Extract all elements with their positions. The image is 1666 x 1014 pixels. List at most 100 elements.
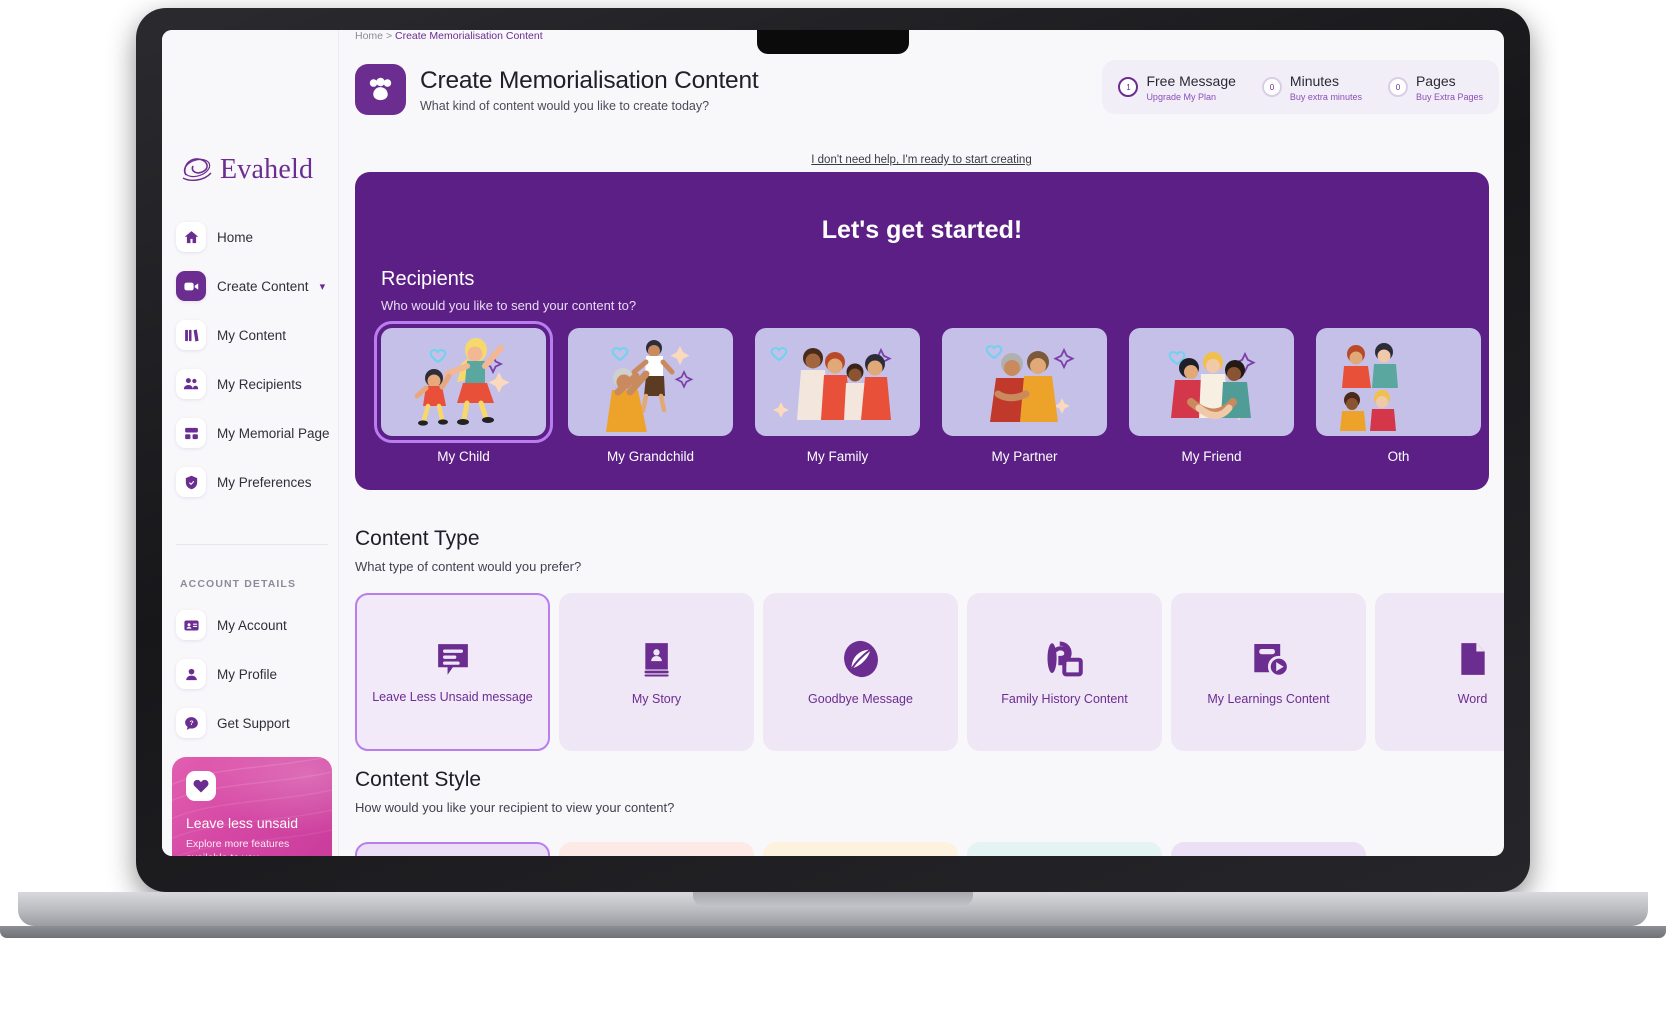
content-type-label: My Story xyxy=(631,692,682,706)
recipient-label: My Family xyxy=(806,449,869,464)
primary-nav: Home Create Content ▾ My Content My Reci… xyxy=(176,220,336,514)
sidebar-item-my-content[interactable]: My Content xyxy=(176,318,336,352)
content-type-card-my-learnings[interactable]: My Learnings Content xyxy=(1171,593,1366,751)
book-play-icon xyxy=(1248,635,1290,683)
recipient-label: My Partner xyxy=(991,449,1058,464)
shield-check-icon xyxy=(176,467,206,497)
promo-card[interactable]: Leave less unsaid Explore more features … xyxy=(172,757,332,856)
people-group-icon xyxy=(355,64,406,115)
content-type-heading: Content Type xyxy=(355,527,480,550)
sidebar-label: My Recipients xyxy=(217,376,302,392)
sidebar-item-my-recipients[interactable]: My Recipients xyxy=(176,367,336,401)
promo-title: Leave less unsaid xyxy=(186,815,299,831)
content-type-label: My Learnings Content xyxy=(1207,692,1330,706)
sidebar-label: Create Content xyxy=(217,278,309,294)
content-type-label: Word xyxy=(1457,692,1488,706)
recipients-row: My Child My Grandchild My Family My Part… xyxy=(374,321,1489,464)
content-style-row xyxy=(355,842,1504,856)
content-type-label: Leave Less Unsaid message xyxy=(372,690,533,704)
stat-count-badge: 1 xyxy=(1118,77,1139,97)
chevron-down-icon[interactable]: ▾ xyxy=(320,280,326,293)
sidebar-label: My Memorial Page xyxy=(217,425,330,441)
page-header: Create Memorialisation Content What kind… xyxy=(355,64,759,115)
content-type-row: Leave Less Unsaid message My Story Goodb… xyxy=(355,593,1504,751)
recipient-label: My Grandchild xyxy=(606,449,695,464)
sidebar-label: Home xyxy=(217,229,254,245)
breadcrumb-separator: > xyxy=(385,30,393,42)
recipient-illustration xyxy=(942,328,1107,436)
breadcrumb-home[interactable]: Home xyxy=(355,30,383,42)
recipient-illustration xyxy=(755,328,920,436)
main-content: Home > Create Memorialisation Content Cr… xyxy=(339,30,1504,856)
sidebar-label: My Content xyxy=(217,327,287,343)
stat-label: Minutes xyxy=(1289,72,1339,89)
content-style-card-4[interactable] xyxy=(967,842,1162,856)
recipient-label: My Child xyxy=(437,449,490,464)
recipient-illustration xyxy=(374,321,553,443)
page-title: Create Memorialisation Content xyxy=(420,66,759,94)
sidebar-label: My Profile xyxy=(217,666,278,682)
user-icon xyxy=(176,659,206,689)
recipient-card-other[interactable]: Oth xyxy=(1316,328,1481,464)
breadcrumb-current: Create Memorialisation Content xyxy=(395,30,543,42)
brand-logo[interactable]: Evaheld xyxy=(180,154,313,186)
skip-help-link[interactable]: I don't need help, I'm ready to start cr… xyxy=(339,154,1504,166)
stat-count-badge: 0 xyxy=(1261,77,1282,97)
sidebar: Evaheld Home Create Content ▾ My Content… xyxy=(162,30,339,856)
recipient-card-my-grandchild[interactable]: My Grandchild xyxy=(568,328,733,464)
sidebar-item-home[interactable]: Home xyxy=(176,220,336,254)
recipient-card-my-partner[interactable]: My Partner xyxy=(942,328,1107,464)
svg-text:?: ? xyxy=(189,720,193,727)
sidebar-item-create-content[interactable]: Create Content ▾ xyxy=(176,269,336,303)
family-tree-icon xyxy=(1044,635,1086,683)
sidebar-item-my-preferences[interactable]: My Preferences xyxy=(176,465,336,499)
upgrade-my-plan-link[interactable]: Upgrade My Plan xyxy=(1146,92,1235,102)
books-icon xyxy=(176,320,206,350)
content-style-heading: Content Style xyxy=(355,768,482,791)
sidebar-item-get-support[interactable]: ? Get Support xyxy=(176,706,336,740)
brand-name: Evaheld xyxy=(220,154,314,185)
content-type-card-goodbye-message[interactable]: Goodbye Message xyxy=(763,593,958,751)
content-style-card-5[interactable] xyxy=(1171,842,1366,856)
stat-pages[interactable]: 0 Pages Buy Extra Pages xyxy=(1387,73,1483,102)
account-nav: My Account My Profile ? Get Support xyxy=(176,608,336,755)
layout-grid-icon xyxy=(176,418,206,448)
sidebar-label: My Account xyxy=(217,617,287,633)
heart-icon xyxy=(186,771,216,801)
laptop-lid: Evaheld Home Create Content ▾ My Content… xyxy=(136,8,1530,892)
sidebar-item-my-account[interactable]: My Account xyxy=(176,608,336,642)
laptop-device: Evaheld Home Create Content ▾ My Content… xyxy=(0,0,1666,1014)
recipient-card-my-family[interactable]: My Family xyxy=(755,328,920,464)
sidebar-section-title: ACCOUNT DETAILS xyxy=(180,578,297,590)
stat-free-message[interactable]: 1 Free Message Upgrade My Plan xyxy=(1118,73,1236,102)
content-type-card-my-story[interactable]: My Story xyxy=(559,593,754,751)
content-type-card-family-history[interactable]: Family History Content xyxy=(967,593,1162,751)
recipient-card-my-child[interactable]: My Child xyxy=(374,321,553,464)
stat-minutes[interactable]: 0 Minutes Buy extra minutes xyxy=(1261,72,1362,102)
content-style-subtitle: How would you like your recipient to vie… xyxy=(355,800,675,815)
content-type-subtitle: What type of content would you prefer? xyxy=(355,559,582,574)
content-style-card-1[interactable] xyxy=(355,842,550,856)
content-type-card-word[interactable]: Word xyxy=(1375,593,1504,751)
sidebar-label: My Preferences xyxy=(217,474,312,490)
content-type-card-leave-less-unsaid[interactable]: Leave Less Unsaid message xyxy=(355,593,550,751)
recipient-card-my-friend[interactable]: My Friend xyxy=(1129,328,1294,464)
leaf-circle-icon xyxy=(840,635,882,683)
video-camera-icon xyxy=(176,271,206,301)
book-person-icon xyxy=(637,635,677,683)
recipient-label: Oth xyxy=(1387,449,1410,464)
speech-bubble-lines-icon xyxy=(432,635,474,683)
buy-extra-minutes-link[interactable]: Buy extra minutes xyxy=(1290,92,1362,102)
laptop-foot xyxy=(0,926,1666,938)
sidebar-item-my-profile[interactable]: My Profile xyxy=(176,657,336,691)
sidebar-item-my-memorial-page[interactable]: My Memorial Page xyxy=(176,416,336,450)
recipient-illustration xyxy=(568,328,733,436)
content-style-card-2[interactable] xyxy=(559,842,754,856)
screen-bezel: Evaheld Home Create Content ▾ My Content… xyxy=(162,30,1504,856)
content-style-card-3[interactable] xyxy=(763,842,958,856)
page-subtitle: What kind of content would you like to c… xyxy=(420,98,710,113)
app-screen: Evaheld Home Create Content ▾ My Content… xyxy=(162,30,1504,856)
evaheld-swirl-icon xyxy=(180,155,214,185)
home-icon xyxy=(176,222,206,252)
buy-extra-pages-link[interactable]: Buy Extra Pages xyxy=(1416,92,1483,102)
